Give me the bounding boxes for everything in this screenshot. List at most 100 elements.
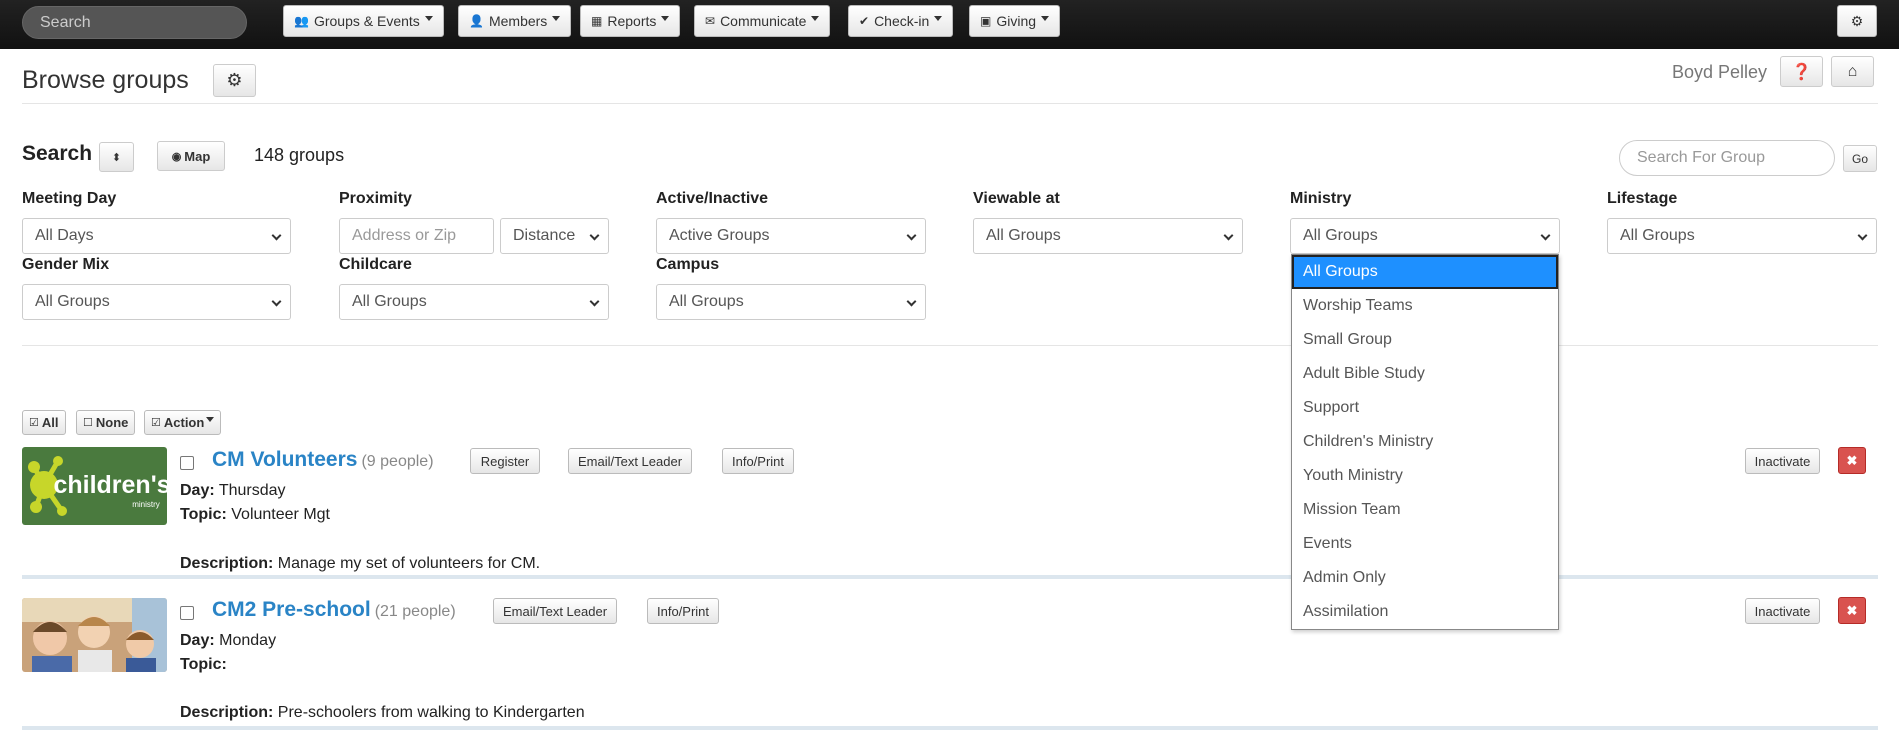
people-count: (21 people) — [374, 603, 456, 620]
viewable-at-label: Viewable at — [973, 190, 1060, 207]
active-inactive-label: Active/Inactive — [656, 190, 769, 207]
go-button[interactable]: Go — [1843, 145, 1877, 172]
info-print-button[interactable]: Info/Print — [647, 598, 719, 624]
group-topic: Topic: — [180, 656, 227, 673]
chevron-down-icon — [1540, 230, 1551, 241]
childrens-ministry-logo-image: children's ministry — [22, 447, 167, 525]
ministry-option[interactable]: Mission Team — [1292, 493, 1558, 527]
table-icon: ▦ — [591, 14, 603, 28]
row-separator — [22, 726, 1878, 730]
home-icon: ⌂ — [1847, 62, 1858, 80]
close-icon: ✖ — [1846, 452, 1858, 468]
childcare-select[interactable]: All Groups — [339, 284, 609, 320]
caret-down-icon — [811, 15, 820, 21]
row-separator — [22, 575, 1878, 579]
money-icon: ▣ — [980, 14, 992, 28]
chevron-down-icon — [1223, 230, 1234, 241]
group-count: 148 groups — [254, 145, 345, 165]
email-text-leader-button[interactable]: Email/Text Leader — [493, 598, 617, 624]
ministry-option[interactable]: Youth Ministry — [1292, 459, 1558, 493]
register-button[interactable]: Register — [470, 448, 540, 474]
distance-select[interactable]: Distance — [500, 218, 609, 254]
lifestage-select[interactable]: All Groups — [1607, 218, 1877, 254]
gear-icon: ⚙ — [226, 70, 243, 90]
caret-down-icon — [934, 15, 943, 21]
info-print-button[interactable]: Info/Print — [722, 448, 794, 474]
help-button[interactable]: ❓ — [1780, 56, 1823, 87]
nav-search-input[interactable]: Search — [22, 6, 247, 39]
delete-button[interactable]: ✖ — [1838, 447, 1866, 474]
delete-button[interactable]: ✖ — [1838, 597, 1866, 624]
group-select-checkbox[interactable] — [180, 456, 194, 470]
caret-down-icon — [424, 15, 433, 21]
map-button[interactable]: ◉ Map — [157, 141, 225, 171]
sort-toggle-button[interactable]: ⬍ — [99, 142, 134, 172]
proximity-label: Proximity — [339, 190, 412, 207]
caret-down-icon — [206, 417, 215, 422]
menu-members[interactable]: 👤 Members — [458, 5, 572, 37]
svg-text:children's: children's — [53, 471, 167, 499]
select-all-button[interactable]: ☑ All — [22, 410, 66, 435]
ministry-option[interactable]: Worship Teams — [1292, 289, 1558, 323]
menu-groups-events[interactable]: 👥 Groups & Events — [283, 5, 444, 37]
group-name-link[interactable]: CM2 Pre-school (21 people) — [212, 598, 456, 622]
group-day: Day: Thursday — [180, 482, 286, 499]
active-inactive-select[interactable]: Active Groups — [656, 218, 926, 254]
group-thumbnail[interactable]: children's ministry — [22, 447, 167, 525]
chevron-down-icon — [589, 296, 600, 307]
lifestage-label: Lifestage — [1607, 190, 1678, 207]
top-navbar: Search 👥 Groups & Events 👤 Members ▦ Rep… — [0, 0, 1899, 49]
group-name-link[interactable]: CM Volunteers (9 people) — [212, 448, 434, 472]
ministry-label: Ministry — [1290, 190, 1352, 207]
gender-mix-select[interactable]: All Groups — [22, 284, 291, 320]
menu-check-in[interactable]: ✔ Check-in — [848, 5, 954, 37]
viewable-at-select[interactable]: All Groups — [973, 218, 1243, 254]
ministry-option[interactable]: Children's Ministry — [1292, 425, 1558, 459]
chevron-down-icon — [906, 296, 917, 307]
email-text-leader-button[interactable]: Email/Text Leader — [568, 448, 692, 474]
chevron-down-icon — [589, 230, 600, 241]
square-icon: ☐ — [83, 417, 93, 429]
user-name[interactable]: Boyd Pelley — [1672, 62, 1767, 83]
page-settings-button[interactable]: ⚙ — [213, 64, 256, 97]
gear-icon: ⚙ — [1850, 12, 1864, 29]
ministry-option[interactable]: Events — [1292, 527, 1558, 561]
settings-button[interactable]: ⚙ — [1837, 5, 1877, 37]
group-select-checkbox[interactable] — [180, 606, 194, 620]
user-icon: 👤 — [469, 14, 484, 28]
inactivate-button[interactable]: Inactivate — [1745, 448, 1820, 474]
meeting-day-select[interactable]: All Days — [22, 218, 291, 254]
menu-giving[interactable]: ▣ Giving — [969, 5, 1061, 37]
menu-reports[interactable]: ▦ Reports — [580, 5, 681, 37]
ministry-option[interactable]: Adult Bible Study — [1292, 357, 1558, 391]
ministry-select[interactable]: All Groups — [1290, 218, 1560, 254]
childcare-label: Childcare — [339, 256, 412, 273]
chevron-down-icon — [271, 230, 282, 241]
action-menu-button[interactable]: ☑ Action — [144, 410, 222, 435]
ministry-option[interactable]: All Groups — [1292, 255, 1558, 289]
check-icon: ✔ — [859, 14, 870, 28]
ministry-option[interactable]: Support — [1292, 391, 1558, 425]
search-heading: Search — [22, 142, 93, 165]
group-day: Day: Monday — [180, 632, 277, 649]
group-thumbnail[interactable] — [22, 598, 167, 672]
ministry-option[interactable]: Admin Only — [1292, 561, 1558, 595]
select-none-button[interactable]: ☐ None — [76, 410, 136, 435]
ministry-option[interactable]: Assimilation — [1292, 595, 1558, 629]
people-count: (9 people) — [361, 453, 434, 470]
campus-select[interactable]: All Groups — [656, 284, 926, 320]
group-search-input[interactable]: Search For Group — [1619, 140, 1835, 176]
gender-mix-label: Gender Mix — [22, 256, 110, 273]
check-square-icon: ☑ — [29, 417, 39, 429]
campus-label: Campus — [656, 256, 720, 273]
menu-communicate[interactable]: ✉ Communicate — [694, 5, 831, 37]
inactivate-button[interactable]: Inactivate — [1745, 598, 1820, 624]
ministry-dropdown-list[interactable]: All Groups Worship Teams Small Group Adu… — [1291, 254, 1559, 630]
divider — [22, 345, 1878, 346]
home-button[interactable]: ⌂ — [1831, 56, 1874, 87]
group-description: Description: Pre-schoolers from walking … — [180, 704, 585, 721]
address-zip-input[interactable]: Address or Zip — [339, 218, 494, 254]
group-topic: Topic: Volunteer Mgt — [180, 506, 330, 523]
caret-down-icon — [1041, 15, 1050, 21]
ministry-option[interactable]: Small Group — [1292, 323, 1558, 357]
